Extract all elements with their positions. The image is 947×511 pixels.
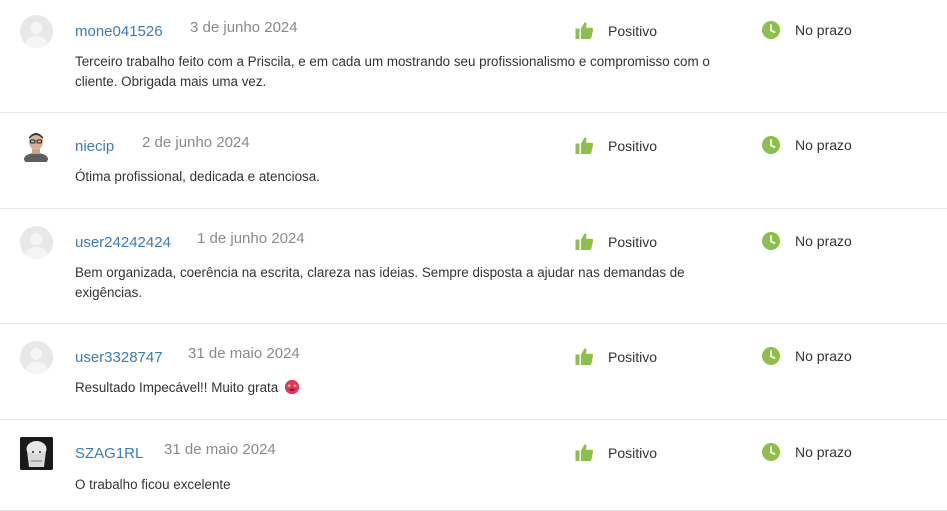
delivery-label: No prazo <box>795 233 852 249</box>
delivery-label: No prazo <box>795 22 852 38</box>
review-item: mone041526 3 de junho 2024 Positivo No p… <box>0 0 947 113</box>
review-comment: O trabalho ficou excelente <box>75 477 231 492</box>
rating: Positivo <box>575 443 657 462</box>
review-item: niecip 2 de junho 2024 Positivo No prazo… <box>0 113 947 209</box>
thumbs-up-icon <box>575 232 594 251</box>
review-date: 2 de junho 2024 <box>142 134 250 151</box>
review-item: SZAG1RL 31 de maio 2024 Positivo No praz… <box>0 420 947 511</box>
rating: Positivo <box>575 347 657 366</box>
reviewer-username[interactable]: mone041526 <box>75 23 163 40</box>
clock-icon <box>762 443 780 461</box>
review-comment: Resultado Impecável!! Muito grata <box>75 378 725 398</box>
clock-icon <box>762 136 780 154</box>
reviewer-username[interactable]: user24242424 <box>75 234 171 251</box>
thumbs-up-icon <box>575 347 594 366</box>
rating-label: Positivo <box>608 137 658 154</box>
reviewer-username[interactable]: user3328747 <box>75 349 163 366</box>
default-avatar-icon[interactable] <box>20 15 53 48</box>
thumbs-up-icon <box>575 443 594 462</box>
review-item: user24242424 1 de junho 2024 Positivo No… <box>0 209 947 324</box>
star-struck-emoji-icon <box>284 380 299 394</box>
review-comment-text: Resultado Impecável!! Muito grata <box>75 380 279 395</box>
review-date: 31 de maio 2024 <box>164 441 276 458</box>
delivery-status: No prazo <box>762 232 852 250</box>
reviewer-username[interactable]: niecip <box>75 138 114 155</box>
delivery-status: No prazo <box>762 443 852 461</box>
default-avatar-icon[interactable] <box>20 226 53 259</box>
thumbs-up-icon <box>575 136 594 155</box>
review-comment: Terceiro trabalho feito com a Priscila, … <box>75 54 710 89</box>
rating-label: Positivo <box>608 22 658 39</box>
rating-label: Positivo <box>608 444 658 461</box>
default-avatar-icon[interactable] <box>20 341 53 374</box>
rating: Positivo <box>575 232 657 251</box>
clock-icon <box>762 232 780 250</box>
rating: Positivo <box>575 21 657 40</box>
delivery-status: No prazo <box>762 347 852 365</box>
rating-label: Positivo <box>608 348 658 365</box>
clock-icon <box>762 21 780 39</box>
person-avatar[interactable] <box>22 130 50 162</box>
clock-icon <box>762 347 780 365</box>
drawing-avatar[interactable] <box>20 437 53 470</box>
delivery-status: No prazo <box>762 136 852 154</box>
reviewer-username[interactable]: SZAG1RL <box>75 445 143 462</box>
rating-label: Positivo <box>608 233 658 250</box>
rating: Positivo <box>575 136 657 155</box>
thumbs-up-icon <box>575 21 594 40</box>
delivery-label: No prazo <box>795 444 852 460</box>
delivery-label: No prazo <box>795 137 852 153</box>
review-comment: Bem organizada, coerência na escrita, cl… <box>75 265 685 300</box>
delivery-status: No prazo <box>762 21 852 39</box>
review-date: 1 de junho 2024 <box>197 230 305 247</box>
review-date: 31 de maio 2024 <box>188 345 300 362</box>
review-date: 3 de junho 2024 <box>190 19 298 36</box>
delivery-label: No prazo <box>795 348 852 364</box>
review-comment: Ótima profissional, dedicada e atenciosa… <box>75 169 320 184</box>
review-item: user3328747 31 de maio 2024 Positivo No … <box>0 324 947 420</box>
